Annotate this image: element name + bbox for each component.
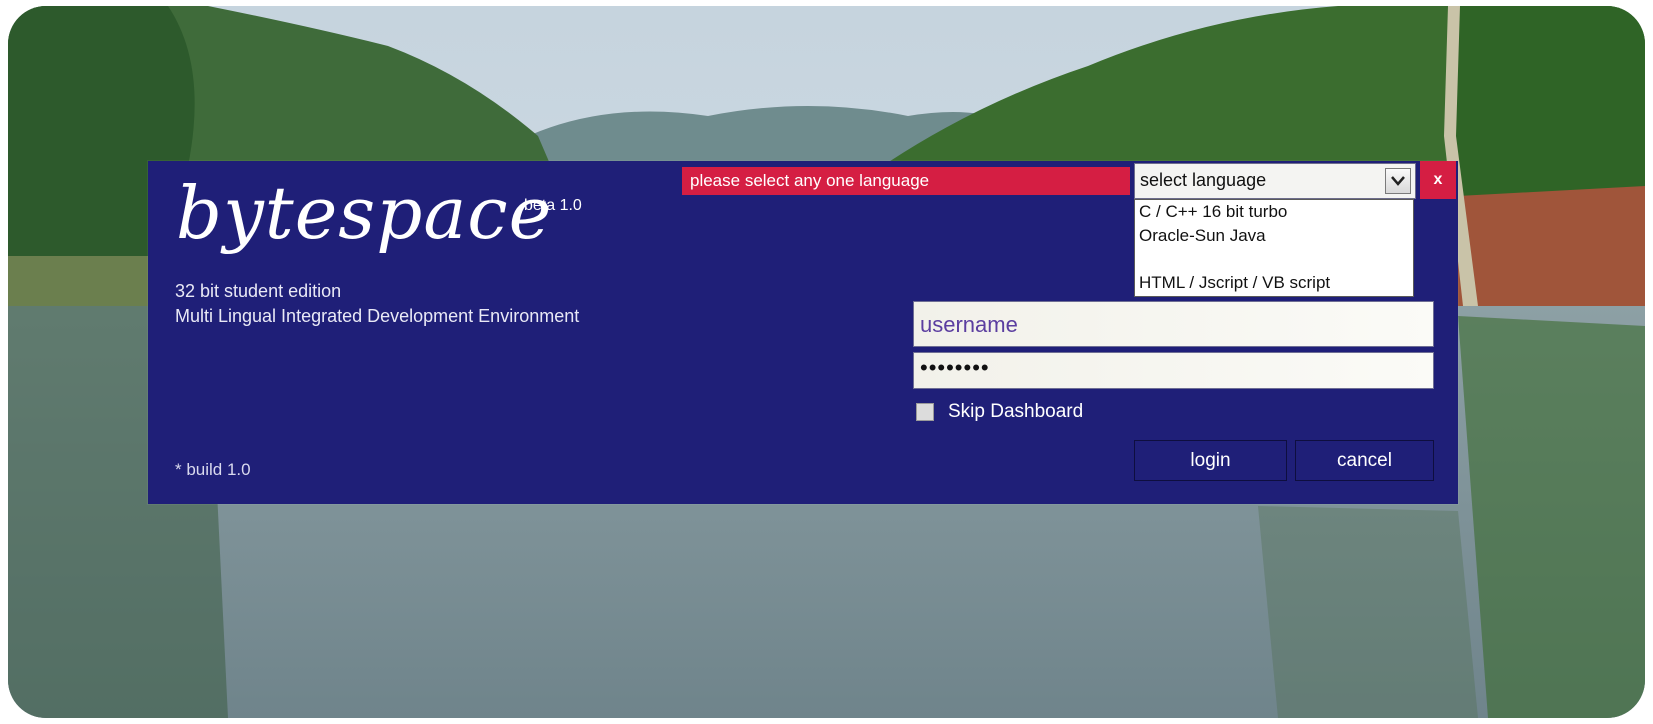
app-logo: bytespace xyxy=(176,171,553,255)
edition-label: 32 bit student edition xyxy=(175,281,342,301)
username-field[interactable]: username xyxy=(913,301,1434,347)
login-dialog: bytespace beta 1.0 32 bit student editio… xyxy=(148,161,1458,504)
close-button[interactable]: x xyxy=(1420,161,1456,199)
app-subtitle: Multi Lingual Integrated Development Env… xyxy=(175,306,580,326)
language-select[interactable]: select language xyxy=(1134,163,1416,199)
cancel-button[interactable]: cancel xyxy=(1295,440,1434,481)
skip-dashboard-label[interactable]: Skip Dashboard xyxy=(948,401,1083,423)
password-field[interactable]: •••••••• xyxy=(913,352,1434,389)
language-dropdown-list: C / C++ 16 bit turbo Oracle-Sun Java HTM… xyxy=(1134,199,1414,297)
build-label: * build 1.0 xyxy=(175,460,251,479)
skip-dashboard-checkbox[interactable] xyxy=(916,403,934,421)
language-warning: please select any one language xyxy=(682,167,1130,195)
language-select-value: select language xyxy=(1140,170,1267,190)
language-option-html[interactable]: HTML / Jscript / VB script xyxy=(1139,273,1330,293)
version-badge: beta 1.0 xyxy=(524,197,582,214)
chevron-down-icon[interactable] xyxy=(1385,168,1411,194)
language-option-java[interactable]: Oracle-Sun Java xyxy=(1139,226,1266,246)
language-option-c[interactable]: C / C++ 16 bit turbo xyxy=(1139,202,1287,222)
login-button[interactable]: login xyxy=(1134,440,1287,481)
